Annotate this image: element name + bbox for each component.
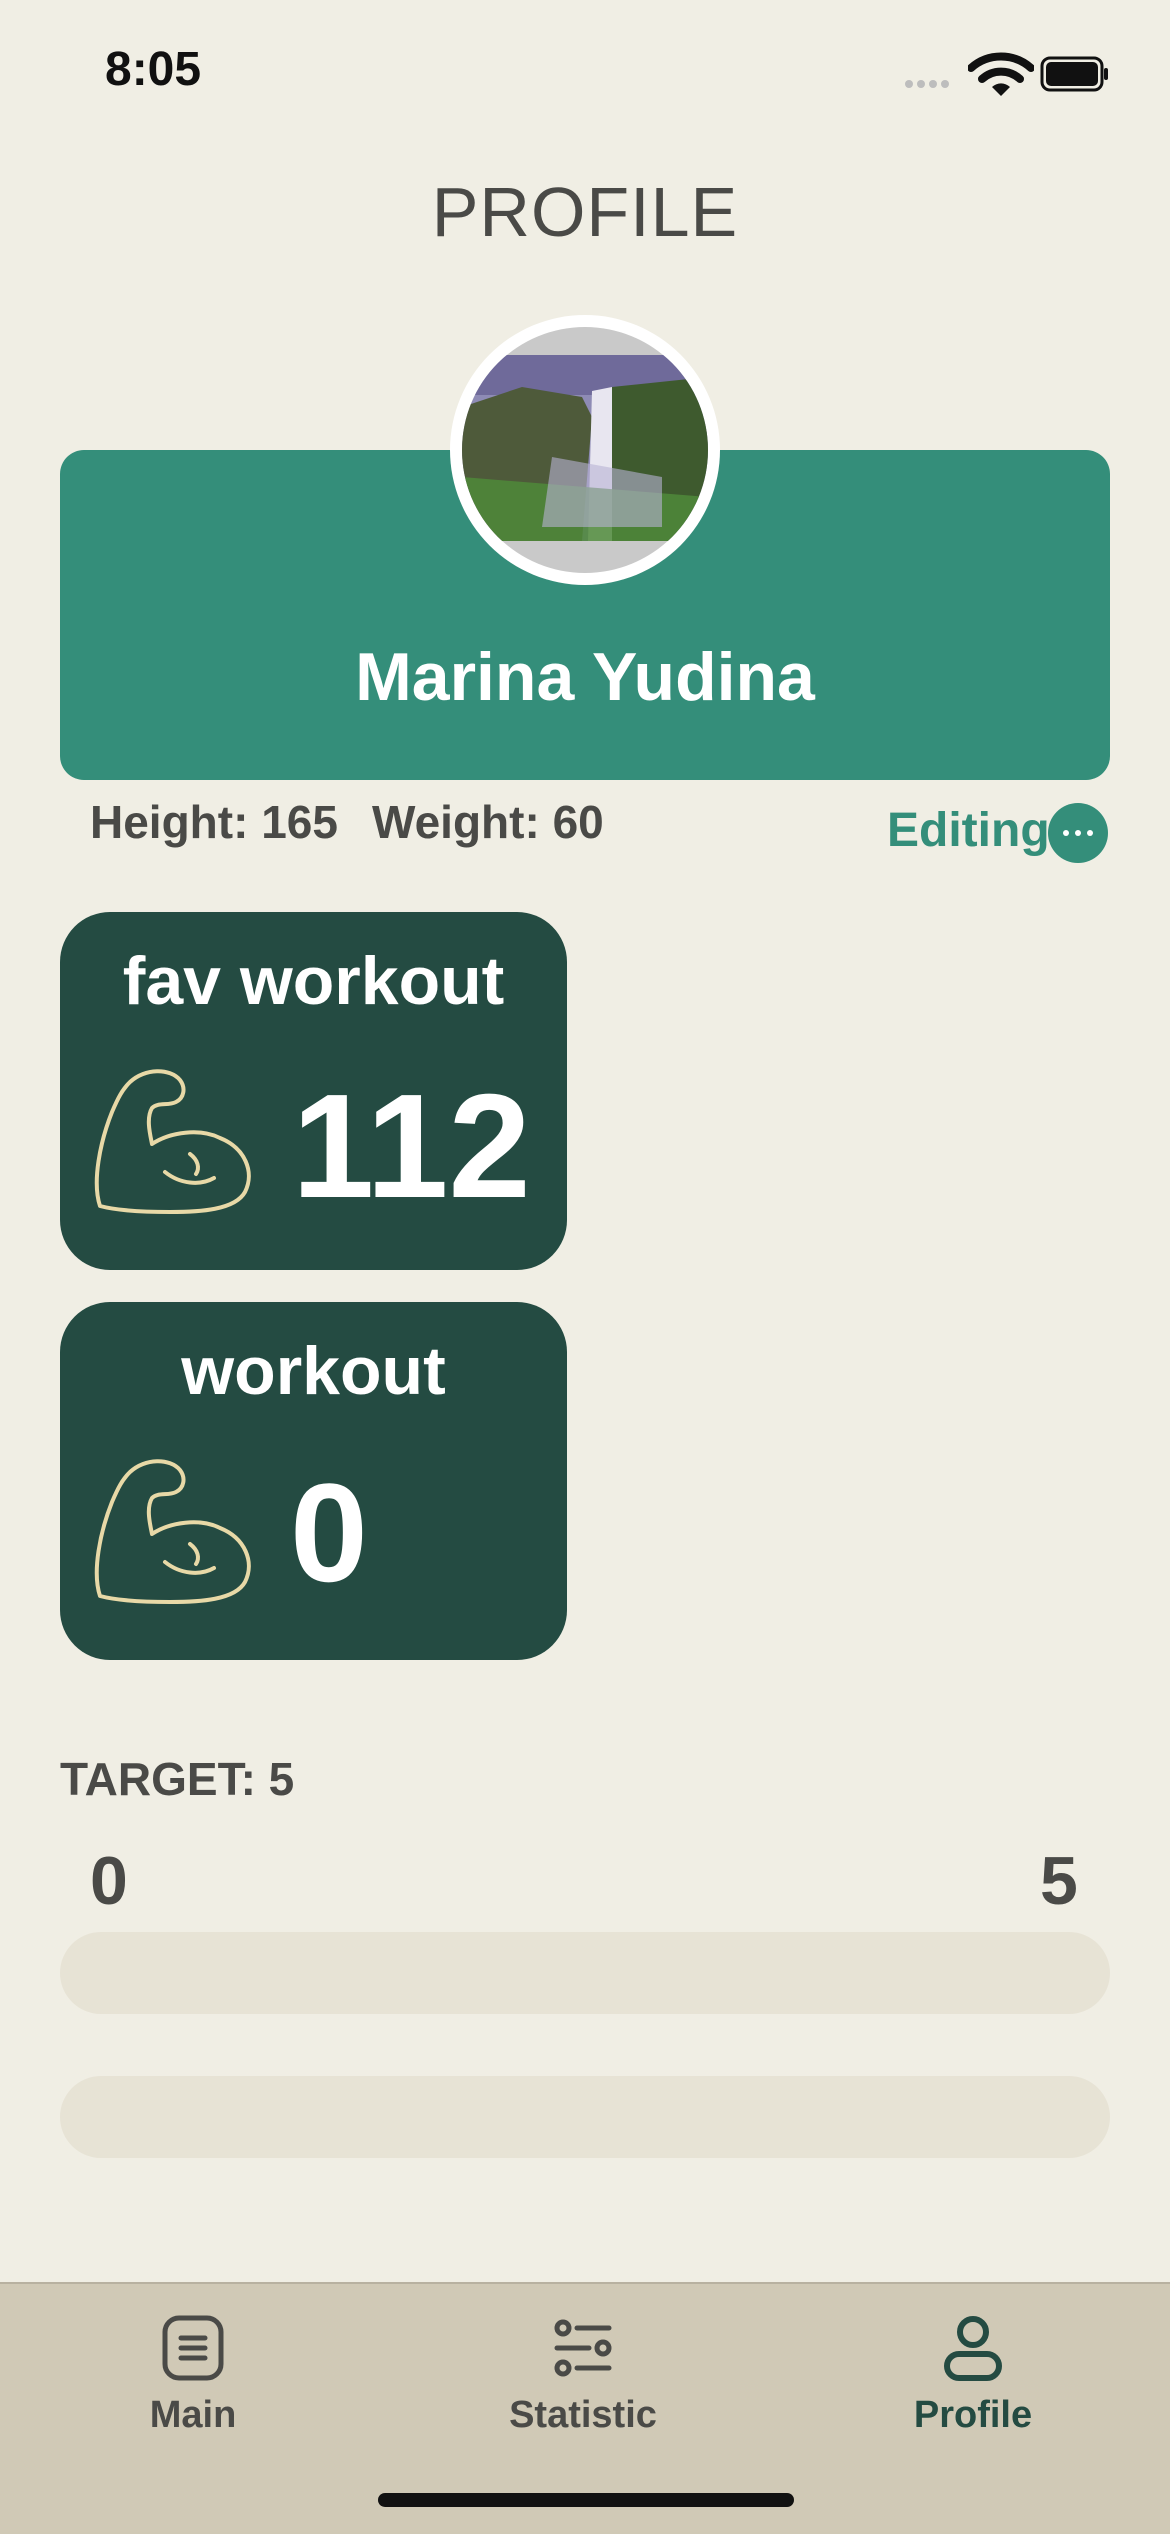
height-stat: Height: 165 [90, 796, 338, 848]
person-icon [944, 2316, 1002, 2381]
fav-workout-card[interactable]: fav workout 112 [60, 912, 567, 1270]
target-label: TARGET: 5 [60, 1753, 295, 1805]
more-dots-icon [1063, 830, 1069, 836]
weight-stat: Weight: 60 [372, 796, 604, 848]
card-title: workout [181, 1333, 446, 1409]
card-title: fav workout [122, 943, 505, 1019]
sliders-icon [554, 2319, 612, 2377]
target-progress-bar [60, 1932, 1110, 2014]
tab-label: Main [149, 2394, 237, 2436]
avatar-image [462, 327, 708, 573]
tab-statistic[interactable]: Statistic [433, 2314, 733, 2437]
status-time: 8:05 [105, 43, 202, 96]
page-title: PROFILE [431, 173, 739, 251]
tab-profile[interactable]: Profile [823, 2314, 1123, 2437]
range-max-label: 5 [1040, 1843, 1078, 1919]
avatar[interactable] [450, 315, 720, 585]
range-min-label: 0 [90, 1843, 128, 1919]
tab-label: Profile [913, 2394, 1033, 2436]
flexed-biceps-icon [94, 1459, 251, 1604]
card-value: 0 [290, 1454, 368, 1611]
editing-more-button[interactable] [1048, 803, 1108, 863]
home-indicator [378, 2493, 794, 2507]
battery-icon [1040, 56, 1108, 92]
flexed-biceps-icon [94, 1069, 251, 1214]
card-value: 112 [292, 1064, 531, 1229]
workout-card[interactable]: workout 0 [60, 1302, 567, 1660]
editing-label[interactable]: Editing [887, 803, 1050, 858]
list-icon [162, 2315, 224, 2381]
tab-label: Statistic [509, 2394, 657, 2436]
tab-main[interactable]: Main [43, 2314, 343, 2437]
wifi-icon [968, 52, 1034, 96]
secondary-progress-bar [60, 2076, 1110, 2158]
profile-name: Marina Yudina [355, 639, 815, 715]
